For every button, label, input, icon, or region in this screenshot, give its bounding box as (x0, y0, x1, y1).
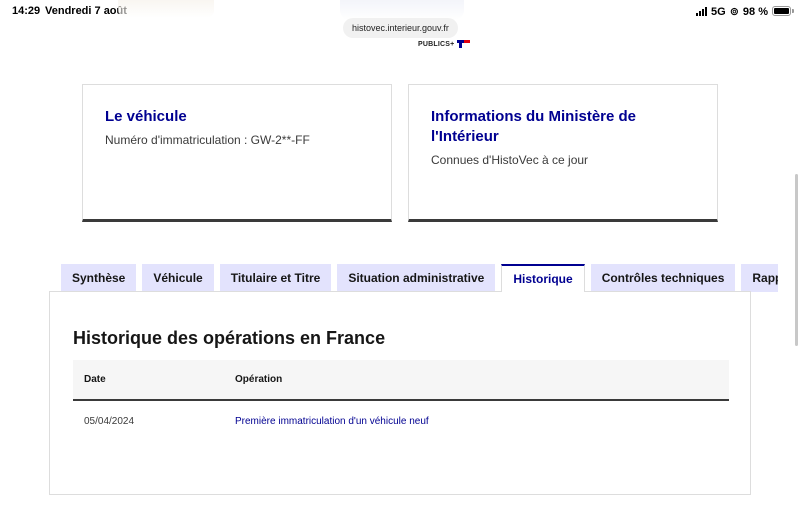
vehicle-card: Le véhicule Numéro d'immatriculation : G… (82, 84, 392, 222)
cellular-signal-icon (696, 7, 708, 16)
column-header-operation: Opération (235, 374, 283, 385)
brand-mark-icon (457, 40, 471, 48)
tab-controles-techniques[interactable]: Contrôles techniques (590, 264, 736, 292)
tab-historique[interactable]: Historique (501, 264, 585, 292)
status-time: 14:29 (12, 5, 41, 17)
url-bar[interactable]: histovec.interieur.gouv.fr (343, 18, 458, 38)
card-description: Connues d'HistoVec à ce jour (431, 153, 589, 167)
tab-list: Synthèse Véhicule Titulaire et Titre Sit… (61, 264, 778, 292)
tab-panel-historique: Historique des opérations en France Date… (49, 291, 751, 495)
card-title: Le véhicule (105, 108, 187, 125)
ministry-info-card: Informations du Ministère de l'Intérieur… (408, 84, 718, 222)
card-title: Informations du Ministère de l'Intérieur (431, 108, 637, 145)
row-operation[interactable]: Première immatriculation d'un véhicule n… (235, 416, 729, 427)
battery-icon (772, 6, 791, 16)
orientation-lock-icon: ⊚ (729, 6, 739, 18)
row-date: 05/04/2024 (84, 415, 135, 427)
operations-table: Date Opération 05/04/2024 Première immat… (73, 360, 729, 441)
status-date: Vendredi 7 août (45, 5, 127, 17)
table-row: 05/04/2024 Première immatriculation d'un… (73, 401, 729, 441)
network-type: 5G (711, 5, 726, 18)
table-header: Date Opération (73, 360, 729, 401)
faded-header-element (118, 0, 214, 18)
faded-header-element (340, 0, 464, 20)
tab-vehicule[interactable]: Véhicule (142, 264, 214, 292)
tab-rapport[interactable]: Rapport (741, 264, 778, 292)
tab-titulaire[interactable]: Titulaire et Titre (219, 264, 332, 292)
page-scrollbar[interactable] (795, 174, 798, 346)
tab-situation-administrative[interactable]: Situation administrative (337, 264, 496, 292)
battery-tip (792, 9, 794, 13)
column-header-date: Date (84, 374, 106, 385)
brand-logo: PUBLICS+ (418, 40, 471, 48)
battery-percent: 98 % (742, 5, 768, 18)
tab-synthese[interactable]: Synthèse (61, 264, 137, 292)
status-indicators: 5G ⊚ 98 % (696, 5, 768, 18)
panel-title: Historique des opérations en France (73, 328, 386, 348)
brand-label: PUBLICS+ (418, 40, 455, 48)
card-description: Numéro d'immatriculation : GW-2**-FF (105, 133, 310, 147)
